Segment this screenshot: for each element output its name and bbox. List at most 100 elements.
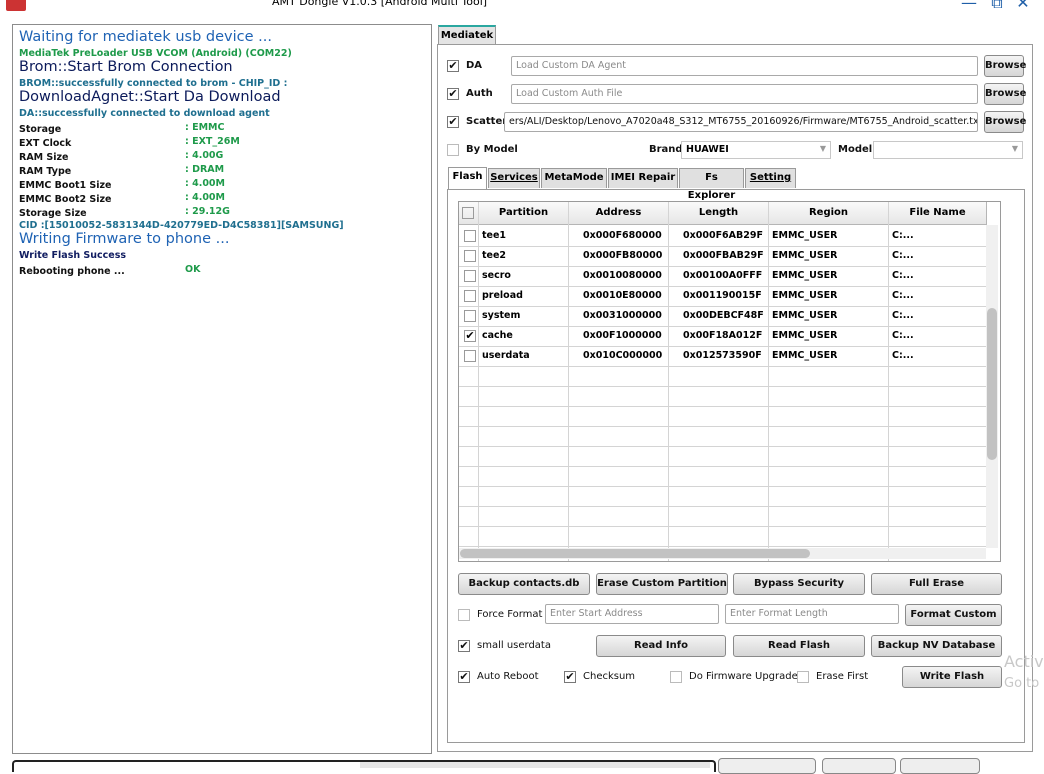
cell-length: 0x000FBAB29F xyxy=(683,250,764,261)
start-address-input[interactable]: Enter Start Address xyxy=(545,604,719,624)
log-line: MediaTek PreLoader USB VCOM (Android) (C… xyxy=(19,48,292,59)
tab-fs-explorer[interactable]: Fs Explorer xyxy=(679,168,744,201)
format-length-input[interactable]: Enter Format Length xyxy=(725,604,899,624)
table-row[interactable]: secro 0x0010080000 0x00100A0FFF EMMC_USER C:… xyxy=(459,266,987,287)
force-format-checkbox[interactable] xyxy=(458,609,470,621)
auth-file-input[interactable]: Load Custom Auth File xyxy=(511,84,978,104)
cell-region: EMMC_USER xyxy=(772,270,838,281)
table-row[interactable]: ✔ cache 0x00F1000000 0x00F18A012F EMMC_USER C… xyxy=(459,326,987,347)
cell-region: EMMC_USER xyxy=(772,350,838,361)
brand-label: Brand xyxy=(649,144,683,155)
tab-setting[interactable]: Setting xyxy=(745,168,796,188)
table-row[interactable]: userdata 0x010C000000 0x012573590F EMMC_USE… xyxy=(459,346,987,367)
by-model-label: By Model xyxy=(466,144,518,155)
cell-region: EMMC_USER xyxy=(772,250,838,261)
brand-select[interactable]: HUAWEI ▼ xyxy=(681,141,831,159)
force-format-label: Force Format xyxy=(477,609,543,620)
select-all-checkbox[interactable] xyxy=(462,207,474,219)
cell-file: C:... xyxy=(892,330,914,341)
cell-region: EMMC_USER xyxy=(772,310,838,321)
restore-icon[interactable]: ⧉ xyxy=(986,0,1008,11)
auth-browse-button[interactable]: Browse xyxy=(984,83,1026,105)
table-row[interactable]: system 0x0031000000 0x00DEBCF48F EMMC_USER C… xyxy=(459,306,987,327)
info-value: : DRAM xyxy=(185,164,225,175)
table-row xyxy=(459,446,987,467)
info-key: EXT Clock xyxy=(19,138,72,149)
column-header[interactable]: Address xyxy=(569,202,669,225)
scatter-checkbox[interactable]: ✔ xyxy=(447,116,459,128)
erase-first-checkbox[interactable] xyxy=(797,671,809,683)
vertical-scrollbar-thumb[interactable] xyxy=(987,308,997,460)
minimize-icon[interactable]: — xyxy=(958,0,980,11)
tab-flash[interactable]: Flash xyxy=(448,167,487,189)
column-header[interactable]: Partition xyxy=(479,202,569,225)
da-agent-input[interactable]: Load Custom DA Agent xyxy=(511,56,978,76)
tab-services[interactable]: Services xyxy=(488,168,540,188)
info-value: : 4.00G xyxy=(185,150,224,161)
row-checkbox[interactable]: ✔ xyxy=(464,330,476,342)
header-select-all[interactable] xyxy=(459,202,479,225)
close-icon[interactable]: ✕ xyxy=(1012,0,1034,11)
auth-checkbox[interactable]: ✔ xyxy=(447,88,459,100)
row-checkbox[interactable] xyxy=(464,290,476,302)
horizontal-scrollbar-thumb[interactable] xyxy=(460,549,810,558)
checksum-checkbox[interactable]: ✔ xyxy=(564,671,576,683)
status-progress-track xyxy=(360,762,710,768)
model-select[interactable]: ▼ xyxy=(873,141,1023,159)
read-info-button[interactable]: Read Info xyxy=(596,635,726,657)
info-key: RAM Type xyxy=(19,166,72,177)
table-row[interactable]: preload 0x0010E80000 0x001190015F EMMC_USER… xyxy=(459,286,987,307)
row-checkbox[interactable] xyxy=(464,310,476,322)
cell-address: 0x0010080000 xyxy=(583,270,662,281)
cell-file: C:... xyxy=(892,350,914,361)
tab-imei-repair[interactable]: IMEI Repair xyxy=(608,168,678,188)
info-value: : 4.00M xyxy=(185,178,225,189)
cell-file: C:... xyxy=(892,290,914,301)
scatter-label: Scatter xyxy=(466,116,508,127)
row-checkbox[interactable] xyxy=(464,350,476,362)
full-erase-button[interactable]: Full Erase xyxy=(871,573,1002,595)
da-checkbox[interactable]: ✔ xyxy=(447,60,459,72)
firmware-upgrade-checkbox[interactable] xyxy=(670,671,682,683)
da-browse-button[interactable]: Browse xyxy=(984,55,1026,77)
tab-metamode[interactable]: MetaMode xyxy=(541,168,607,188)
bottom-button[interactable] xyxy=(718,758,816,774)
backup-nv-database-button[interactable]: Backup NV Database xyxy=(871,635,1002,657)
table-row[interactable]: tee1 0x000F680000 0x000F6AB29F EMMC_USER C:.… xyxy=(459,226,987,247)
bottom-button[interactable] xyxy=(822,758,896,774)
format-custom-button[interactable]: Format Custom xyxy=(905,604,1002,626)
auth-label: Auth xyxy=(466,88,493,99)
write-flash-button[interactable]: Write Flash xyxy=(902,666,1002,688)
bottom-button[interactable] xyxy=(900,758,980,774)
row-checkbox[interactable] xyxy=(464,230,476,242)
app-logo-icon xyxy=(6,0,26,11)
info-row: RAM Type : DRAM xyxy=(19,164,224,177)
row-checkbox[interactable] xyxy=(464,250,476,262)
column-header[interactable]: Length xyxy=(669,202,769,225)
chevron-down-icon: ▼ xyxy=(1011,144,1018,153)
scatter-browse-button[interactable]: Browse xyxy=(984,111,1026,133)
table-row xyxy=(459,386,987,407)
scatter-file-input[interactable]: ers/ALI/Desktop/Lenovo_A7020a48_S312_MT6… xyxy=(504,112,978,132)
backup-contacts-button[interactable]: Backup contacts.db xyxy=(458,573,590,595)
cell-file: C:... xyxy=(892,250,914,261)
info-value: : EXT_26M xyxy=(185,136,240,147)
cell-partition: userdata xyxy=(482,350,530,361)
erase-custom-partition-button[interactable]: Erase Custom Partition xyxy=(596,573,728,595)
writing-line: Writing Firmware to phone ... xyxy=(19,231,230,247)
log-line: DA::successfully connected to download a… xyxy=(19,108,270,119)
bypass-security-button[interactable]: Bypass Security xyxy=(733,573,865,595)
table-row[interactable]: tee2 0x000FB80000 0x000FBAB29F EMMC_USER C:.… xyxy=(459,246,987,267)
info-row: Storage: EMMC xyxy=(19,122,224,135)
read-flash-button[interactable]: Read Flash xyxy=(733,635,865,657)
auto-reboot-checkbox[interactable]: ✔ xyxy=(458,671,470,683)
log-line: BROM::successfully connected to brom - C… xyxy=(19,78,288,89)
by-model-checkbox[interactable] xyxy=(447,144,459,156)
column-header[interactable]: File Name xyxy=(889,202,987,225)
column-header[interactable]: Region xyxy=(769,202,889,225)
cell-file: C:... xyxy=(892,230,914,241)
row-checkbox[interactable] xyxy=(464,270,476,282)
title-bar xyxy=(0,0,1044,14)
small-userdata-checkbox[interactable]: ✔ xyxy=(458,640,470,652)
info-row: RAM Size: 4.00G xyxy=(19,150,223,163)
